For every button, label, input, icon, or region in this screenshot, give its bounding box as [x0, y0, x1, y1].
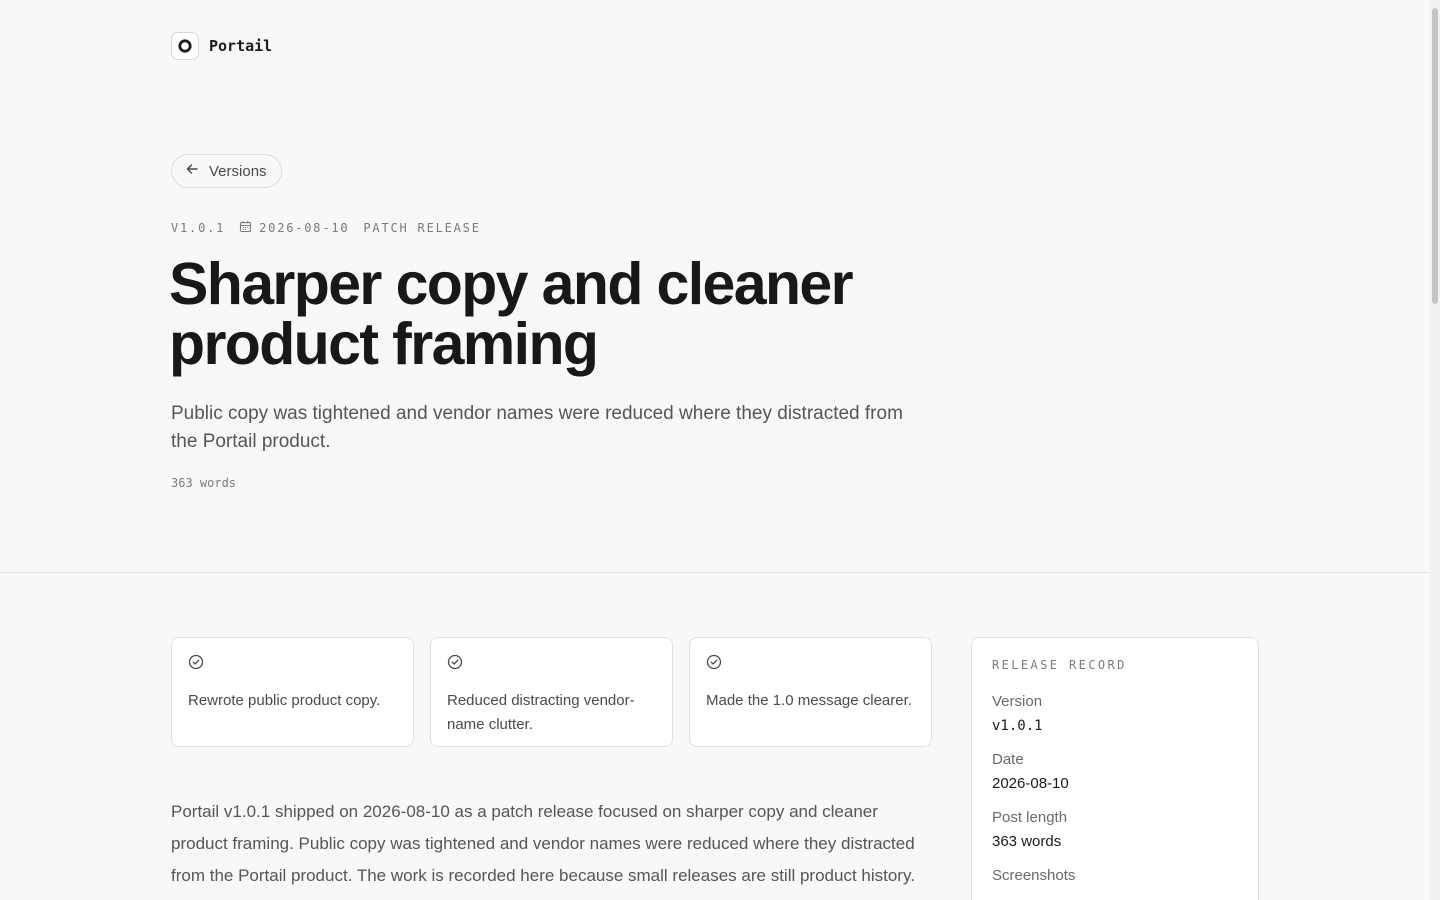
- release-record-heading: RELEASE RECORD: [992, 658, 1127, 672]
- highlight-card: Reduced distracting vendor-name clutter.: [430, 637, 673, 747]
- check-circle-icon: [447, 654, 656, 675]
- highlight-cards: Rewrote public product copy. Reduced dis…: [171, 637, 932, 747]
- record-date-label: Date: [992, 751, 1024, 768]
- highlight-text: Reduced distracting vendor-name clutter.: [447, 692, 635, 733]
- meta-date: 2026-08-10: [239, 220, 349, 236]
- meta-date-text: 2026-08-10: [259, 221, 350, 235]
- record-date-value: 2026-08-10: [992, 775, 1069, 792]
- brand-link[interactable]: Portail: [171, 32, 272, 60]
- meta-release-type: PATCH RELEASE: [363, 221, 481, 235]
- release-meta: V1.0.1 2026-08-10 PATCH RELEASE: [171, 220, 481, 236]
- back-to-versions-button[interactable]: Versions: [171, 154, 282, 188]
- check-circle-icon: [188, 654, 397, 675]
- highlight-card: Rewrote public product copy.: [171, 637, 414, 747]
- record-screenshots-label: Screenshots: [992, 867, 1076, 884]
- page-title: Sharper copy and cleaner product framing: [169, 251, 854, 377]
- section-divider: [0, 572, 1430, 573]
- highlight-text: Made the 1.0 message clearer.: [706, 692, 912, 709]
- highlight-card: Made the 1.0 message clearer.: [689, 637, 932, 747]
- page-scrollbar[interactable]: [1430, 0, 1440, 900]
- record-version-value: v1.0.1: [992, 718, 1043, 734]
- word-count: 363 words: [171, 476, 237, 490]
- record-length-value: 363 words: [992, 833, 1062, 850]
- record-screenshots: Screenshots: [992, 866, 1238, 886]
- arrow-left-icon: [185, 162, 199, 180]
- record-length-label: Post length: [992, 809, 1068, 826]
- record-version: Version v1.0.1: [992, 692, 1238, 736]
- calendar-icon: [239, 220, 252, 236]
- record-date: Date 2026-08-10: [992, 750, 1238, 794]
- scrollbar-thumb[interactable]: [1432, 8, 1438, 304]
- brand-name: Portail: [209, 37, 273, 55]
- meta-version: V1.0.1: [171, 221, 226, 235]
- post-body: Portail v1.0.1 shipped on 2026-08-10 as …: [171, 802, 915, 885]
- page-subtitle: Public copy was tightened and vendor nam…: [171, 403, 903, 452]
- record-length: Post length 363 words: [992, 808, 1238, 852]
- release-record-panel: RELEASE RECORD Version v1.0.1 Date 2026-…: [971, 637, 1259, 900]
- back-label: Versions: [209, 162, 267, 180]
- portail-logo-icon: [171, 32, 199, 60]
- highlight-text: Rewrote public product copy.: [188, 692, 381, 709]
- record-version-label: Version: [992, 693, 1043, 710]
- check-circle-icon: [706, 654, 915, 675]
